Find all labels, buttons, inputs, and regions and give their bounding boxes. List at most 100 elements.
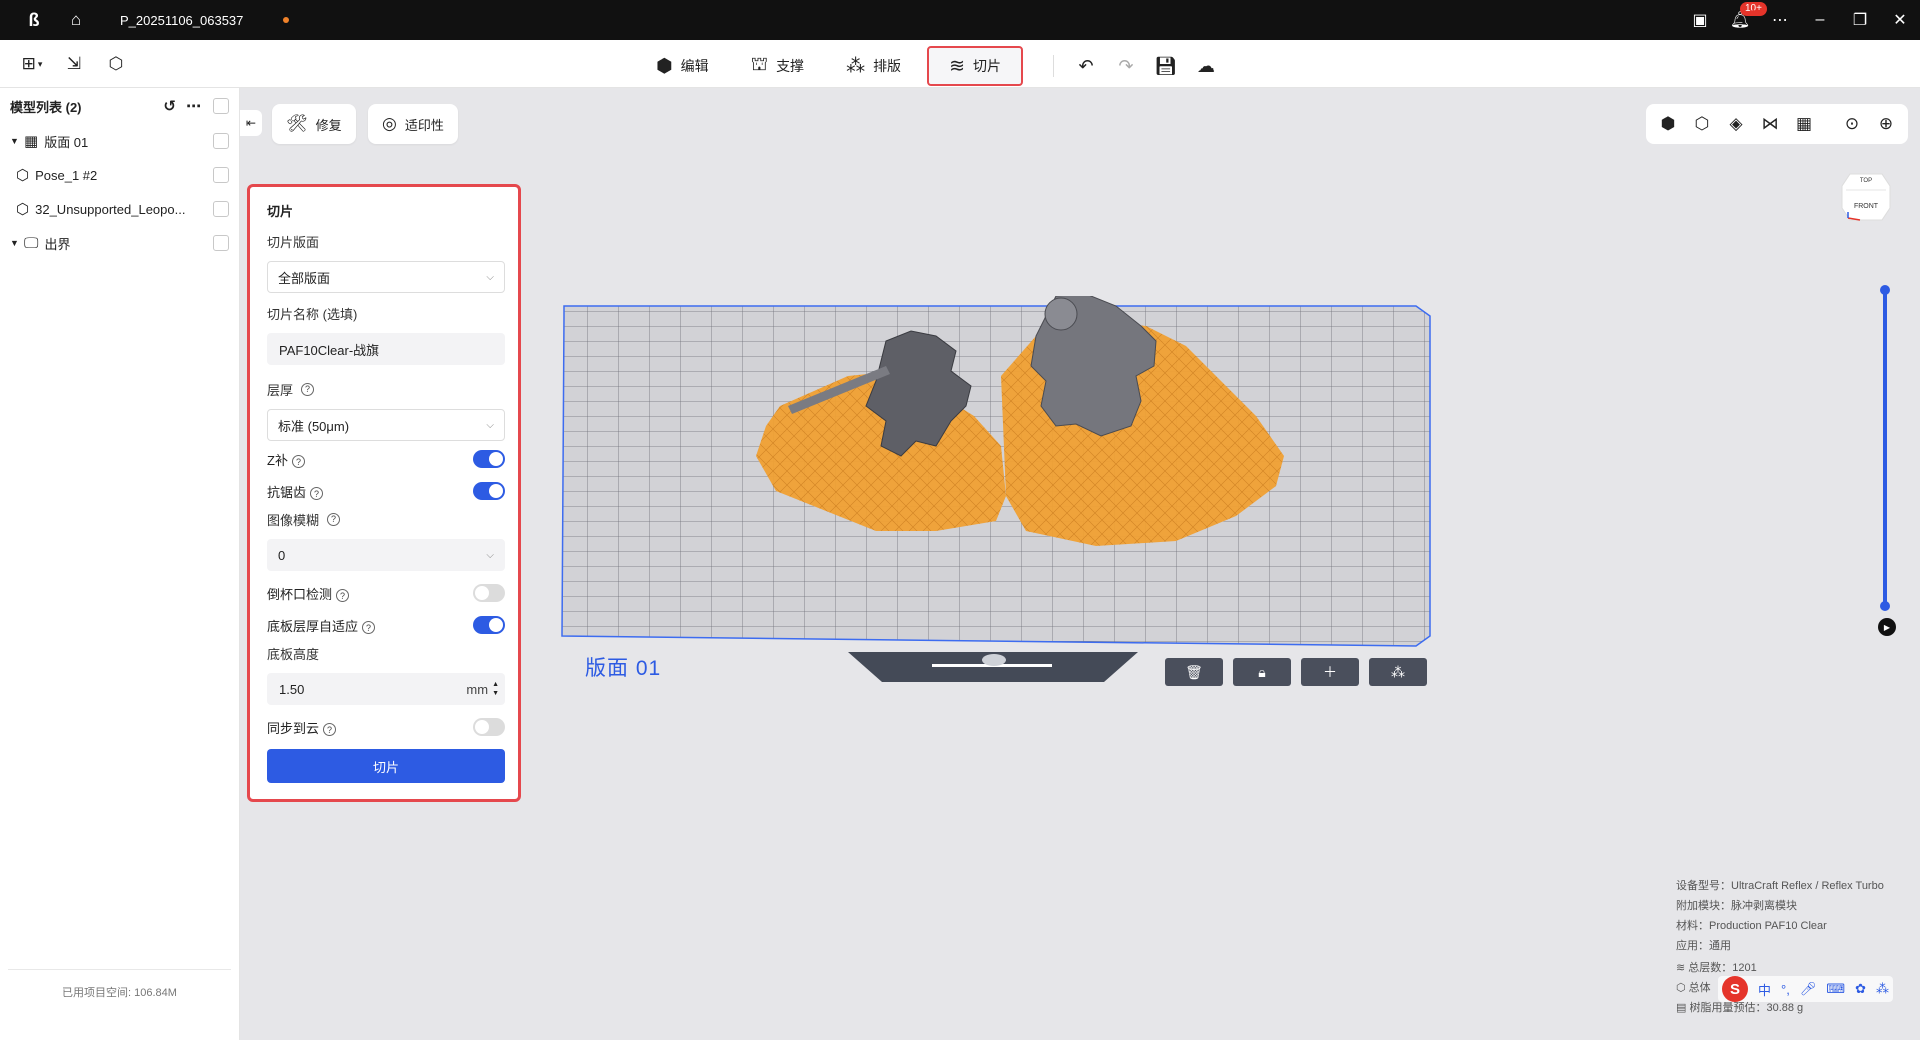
ime-keyboard-icon[interactable]: ⌨ xyxy=(1826,981,1845,997)
expand-caret-icon[interactable]: ▼ xyxy=(10,238,20,248)
import-icon[interactable]: ⇲ xyxy=(60,50,88,78)
cup-detect-toggle[interactable] xyxy=(473,584,505,602)
help-icon[interactable]: ? xyxy=(323,723,337,736)
view-cube[interactable]: TOP FRONT xyxy=(1840,168,1892,224)
slice-settings-panel: 切片 切片版面 全部版面 ⌵ 切片名称 (选填) PAF10Clear-战旗 层厚… xyxy=(247,184,521,802)
base-height-stepper[interactable]: 1.50 mm ▲ ▼ xyxy=(267,673,505,705)
redo-icon[interactable]: ↷ xyxy=(1112,52,1140,80)
help-icon[interactable]: ? xyxy=(310,487,324,500)
cloud-sync-toggle[interactable] xyxy=(473,718,505,736)
solid-view-icon[interactable]: ⬢ xyxy=(1654,110,1682,138)
step-down-icon[interactable]: ▼ xyxy=(492,689,499,698)
model-library-icon[interactable]: ⬡ xyxy=(102,50,130,78)
cube-front-label: FRONT xyxy=(1854,203,1879,210)
model-checkbox[interactable] xyxy=(213,201,229,217)
ime-punct-icon[interactable]: °, xyxy=(1781,982,1790,997)
tab-support[interactable]: ⛫ 支撑 xyxy=(735,46,820,86)
focus-target-icon[interactable]: ⊙ xyxy=(1838,110,1866,138)
antialias-toggle[interactable] xyxy=(473,482,505,500)
help-icon[interactable]: ? xyxy=(291,455,305,468)
slice-name-input[interactable]: PAF10Clear-战旗 xyxy=(267,333,505,365)
close-icon[interactable]: ✕ xyxy=(1880,0,1920,40)
view-toolbar: ⬢ ⬡ ◈ ⋈ ▦ ⊙ ⊕ xyxy=(1646,104,1908,144)
build-plate-view[interactable] xyxy=(556,296,1436,686)
material: 材料：Production PAF10 Clear xyxy=(1676,920,1827,932)
repair-icon: 🛠︎ xyxy=(286,114,308,133)
undo-list-icon[interactable]: ↺ xyxy=(163,97,176,115)
chevron-down-icon: ⌵ xyxy=(486,271,494,283)
layer-thickness-label: 层厚 xyxy=(267,382,294,398)
bell-icon[interactable]: 🔔︎ 10+ xyxy=(1720,0,1767,40)
grid-view-icon[interactable]: ▦ xyxy=(1790,110,1818,138)
help-icon[interactable]: ? xyxy=(336,589,350,602)
model-checkbox[interactable] xyxy=(213,167,229,183)
delete-plate-button[interactable]: 🗑︎ xyxy=(1165,658,1223,686)
antialias-label: 抗锯齿 xyxy=(267,484,307,500)
out-of-bounds-checkbox[interactable] xyxy=(213,235,229,251)
tab-slice[interactable]: ≋ 切片 xyxy=(927,46,1023,86)
restore-icon[interactable]: ❐ xyxy=(1840,0,1880,40)
save-icon[interactable]: 💾︎ xyxy=(1152,52,1180,80)
wire-view-icon[interactable]: ⬡ xyxy=(1688,110,1716,138)
slider-bottom-knob[interactable] xyxy=(1880,601,1890,611)
app-logo[interactable]: ß xyxy=(16,0,52,40)
add-plate-button[interactable]: ＋ xyxy=(1301,658,1359,686)
application: 应用：通用 xyxy=(1676,940,1731,952)
ime-mic-icon[interactable]: 🎤︎ xyxy=(1800,981,1817,997)
trash-icon: 🗑︎ xyxy=(1185,663,1203,680)
layers-icon: ≋ xyxy=(1676,962,1689,974)
project-name: P_20251106_063537 xyxy=(120,12,244,28)
add-model-icon[interactable]: ⊞ ▾ xyxy=(18,50,46,78)
ime-apps-icon[interactable]: ⁂ xyxy=(1876,981,1889,997)
layer-thickness-select[interactable]: 标准 (50μm) ⌵ xyxy=(267,409,505,441)
ime-logo-icon[interactable]: S xyxy=(1722,976,1748,1002)
list-more-icon[interactable]: ⋯ xyxy=(186,97,201,115)
layer-slider[interactable] xyxy=(1880,285,1890,611)
tab-layout[interactable]: ⁂ 排版 xyxy=(830,46,917,86)
cube-top-label: TOP xyxy=(1860,178,1872,184)
slice-button[interactable]: 切片 xyxy=(267,749,505,783)
base-adapt-toggle[interactable] xyxy=(473,616,505,634)
list-item-model[interactable]: ⬡ 32_Unsupported_Leopo... xyxy=(0,192,239,226)
list-item-plate[interactable]: ▼ ▦ 版面 01 xyxy=(0,124,239,158)
printability-button[interactable]: ◎ 适印性 xyxy=(368,104,458,144)
repair-button[interactable]: 🛠︎ 修复 xyxy=(272,104,356,144)
slider-top-knob[interactable] xyxy=(1880,285,1890,295)
plate-grid-icon: ▦ xyxy=(24,133,39,150)
undo-icon[interactable]: ↶ xyxy=(1072,52,1100,80)
plate-base-logo xyxy=(982,654,1006,666)
collapse-panel-icon[interactable]: ⇤ xyxy=(240,110,262,136)
expand-caret-icon[interactable]: ▼ xyxy=(10,136,20,146)
help-icon[interactable]: ? xyxy=(327,512,341,526)
home-icon[interactable]: ⌂ xyxy=(58,0,94,40)
ime-skin-icon[interactable]: ✿ xyxy=(1855,981,1866,997)
arrange-plate-button[interactable]: ⁂ xyxy=(1369,658,1427,686)
model-list-sidebar: 模型列表 (2) ↺ ⋯ ▼ ▦ 版面 01 ⬡ Pose_1 #2 ⬡ 32_… xyxy=(0,88,240,1040)
message-icon[interactable]: ▣ xyxy=(1680,0,1720,40)
help-icon[interactable]: ? xyxy=(362,621,376,634)
xray-view-icon[interactable]: ◈ xyxy=(1722,110,1750,138)
minimize-icon[interactable]: – xyxy=(1800,0,1840,40)
image-blur-select[interactable]: 0 ⌵ xyxy=(267,539,505,571)
image-blur-label: 图像模糊 xyxy=(267,512,320,528)
more-icon[interactable]: ⋯ xyxy=(1760,0,1800,40)
plate-select[interactable]: 全部版面 ⌵ xyxy=(267,261,505,293)
title-bar: ß ⌂ P_20251106_063537 ▣ 🔔︎ 10+ ⋯ – ❐ ✕ xyxy=(0,0,1920,40)
select-all-checkbox[interactable] xyxy=(213,98,229,114)
list-item-model[interactable]: ⬡ Pose_1 #2 xyxy=(0,158,239,192)
list-item-out-of-bounds[interactable]: ▼ 🖵︎ 出界 xyxy=(0,226,239,260)
plate-checkbox[interactable] xyxy=(213,133,229,149)
step-up-icon[interactable]: ▲ xyxy=(492,680,499,689)
help-icon[interactable]: ? xyxy=(301,382,315,396)
total-layers: 总层数：1201 xyxy=(1688,962,1757,974)
z-comp-toggle[interactable] xyxy=(473,450,505,468)
arrange-icon: ⁂ xyxy=(1391,663,1405,680)
ime-lang[interactable]: 中 xyxy=(1758,980,1771,999)
lock-plate-button[interactable]: 🔒︎ xyxy=(1233,658,1291,686)
cloud-icon[interactable]: ☁ xyxy=(1192,52,1220,80)
model-knight-head xyxy=(1044,297,1078,331)
hide-support-icon[interactable]: ⋈ xyxy=(1756,110,1784,138)
tab-edit[interactable]: ⬢ 编辑 xyxy=(640,46,725,86)
play-icon[interactable]: ▶ xyxy=(1878,618,1896,636)
reset-view-icon[interactable]: ⊕ xyxy=(1872,110,1900,138)
